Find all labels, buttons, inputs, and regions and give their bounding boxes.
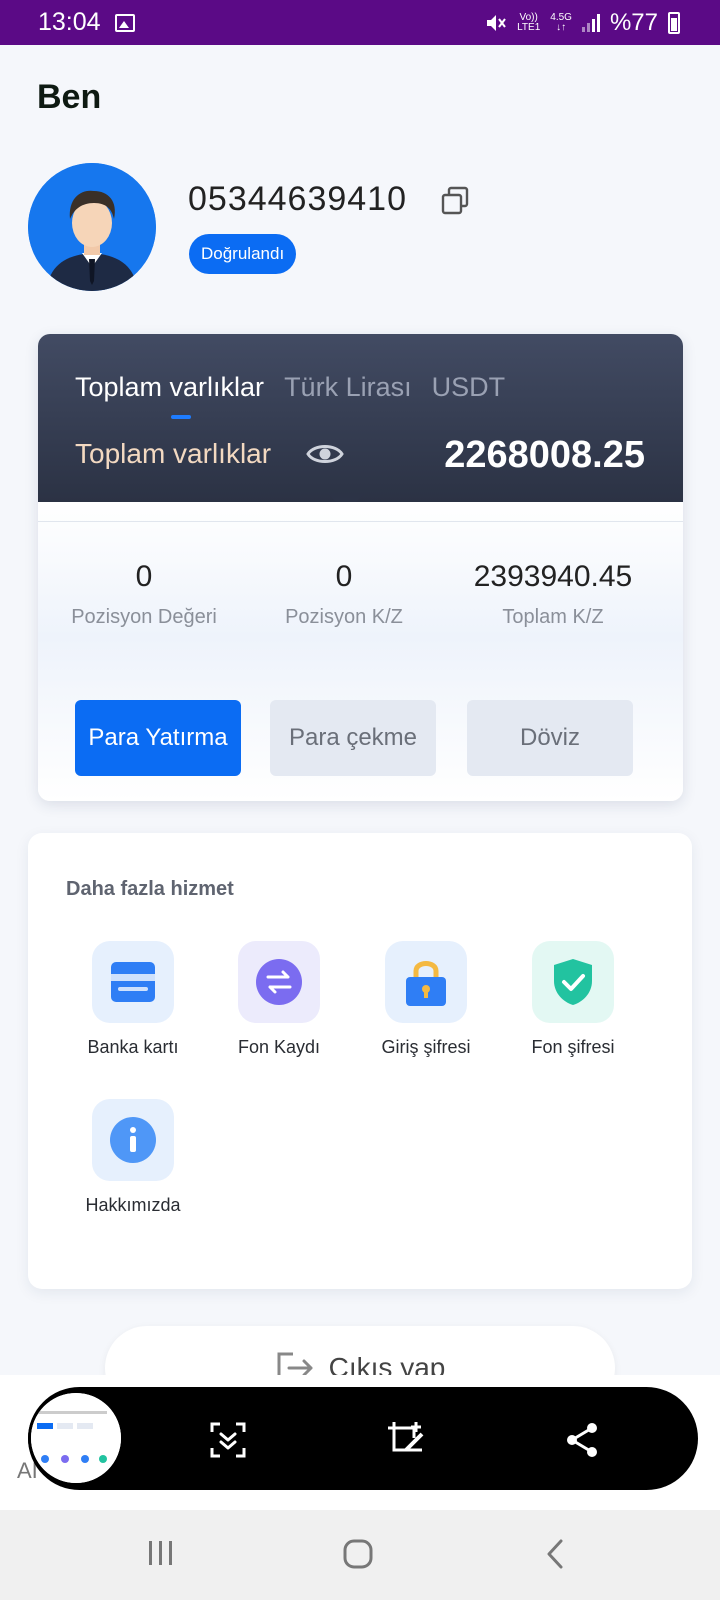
status-bar: 13:04 Vo)) LTE1 4.5G ↓↑ %77 xyxy=(0,0,720,45)
gallery-notification-icon xyxy=(114,13,135,32)
shield-check-icon xyxy=(532,941,614,1023)
network-gen-label: 4.5G ↓↑ xyxy=(550,11,572,33)
stat-label: Pozisyon Değeri xyxy=(71,606,217,628)
share-icon[interactable] xyxy=(562,1420,602,1460)
tab-usdt[interactable]: USDT xyxy=(432,372,506,403)
phone-number: 05344639410 xyxy=(188,180,408,218)
network-label: Vo)) LTE1 xyxy=(517,11,541,33)
stat-position-pnl: 0 Pozisyon K/Z xyxy=(266,560,422,629)
stat-label: Pozisyon K/Z xyxy=(285,606,403,628)
deposit-button[interactable]: Para Yatırma xyxy=(75,700,241,776)
crop-edit-icon[interactable] xyxy=(386,1420,426,1460)
status-time: 13:04 xyxy=(38,8,101,36)
exchange-button[interactable]: Döviz xyxy=(467,700,633,776)
service-fund-password[interactable]: Fon şifresi xyxy=(498,941,648,1058)
info-icon xyxy=(92,1099,174,1181)
avatar[interactable] xyxy=(28,163,156,291)
transfer-icon xyxy=(238,941,320,1023)
stat-value: 2393940.45 xyxy=(473,560,633,593)
scroll-capture-icon[interactable] xyxy=(208,1420,248,1460)
total-assets-label: Toplam varlıklar xyxy=(75,438,272,469)
thumbnail-preview-icon xyxy=(31,1393,121,1483)
bank-card-icon xyxy=(92,941,174,1023)
tab-total-assets[interactable]: Toplam varlıklar xyxy=(75,372,264,419)
battery-percent: %77 xyxy=(609,8,658,36)
eye-icon[interactable] xyxy=(306,440,344,468)
stat-total-pnl: 2393940.45 Toplam K/Z xyxy=(463,560,643,629)
asset-summary-header: Toplam varlıklar Türk Lirası USDT Toplam… xyxy=(38,334,683,502)
asset-tabs: Toplam varlıklar Türk Lirası USDT xyxy=(75,372,506,419)
recent-apps-icon[interactable] xyxy=(146,1538,176,1568)
stat-value: 0 xyxy=(335,560,353,593)
service-fund-record[interactable]: Fon Kaydı xyxy=(204,941,354,1058)
service-bank-card[interactable]: Banka kartı xyxy=(58,941,208,1058)
stat-label: Toplam K/Z xyxy=(502,606,604,628)
battery-icon xyxy=(668,11,680,34)
verified-badge: Doğrulandı xyxy=(189,234,297,274)
service-about-us[interactable]: Hakkımızda xyxy=(58,1099,208,1216)
services-card: Daha fazla hizmet Banka kartı Fon Kaydı xyxy=(28,833,692,1289)
copy-icon[interactable] xyxy=(440,186,470,216)
user-avatar-icon xyxy=(28,163,156,291)
service-label: Fon Kaydı xyxy=(237,1037,321,1057)
service-login-password[interactable]: Giriş şifresi xyxy=(351,941,501,1058)
page-title: Ben xyxy=(37,78,102,116)
stat-position-value: 0 Pozisyon Değeri xyxy=(65,560,223,629)
mute-icon xyxy=(487,14,506,31)
stat-value: 0 xyxy=(135,560,153,593)
lock-icon xyxy=(385,941,467,1023)
service-label: Fon şifresi xyxy=(531,1037,615,1057)
divider xyxy=(38,521,683,522)
service-label: Banka kartı xyxy=(87,1037,179,1057)
service-label: Giriş şifresi xyxy=(381,1037,471,1057)
total-assets-value: 2268008.25 xyxy=(444,434,645,476)
home-icon[interactable] xyxy=(342,1538,374,1570)
signal-icon xyxy=(581,13,600,32)
services-title: Daha fazla hizmet xyxy=(66,878,234,900)
screenshot-thumbnail[interactable] xyxy=(28,1390,124,1486)
service-label: Hakkımızda xyxy=(85,1195,181,1215)
back-icon[interactable] xyxy=(544,1538,566,1570)
tab-turkish-lira[interactable]: Türk Lirası xyxy=(284,372,412,403)
asset-card: Toplam varlıklar Türk Lirası USDT Toplam… xyxy=(38,334,683,801)
withdraw-button[interactable]: Para çekme xyxy=(270,700,436,776)
